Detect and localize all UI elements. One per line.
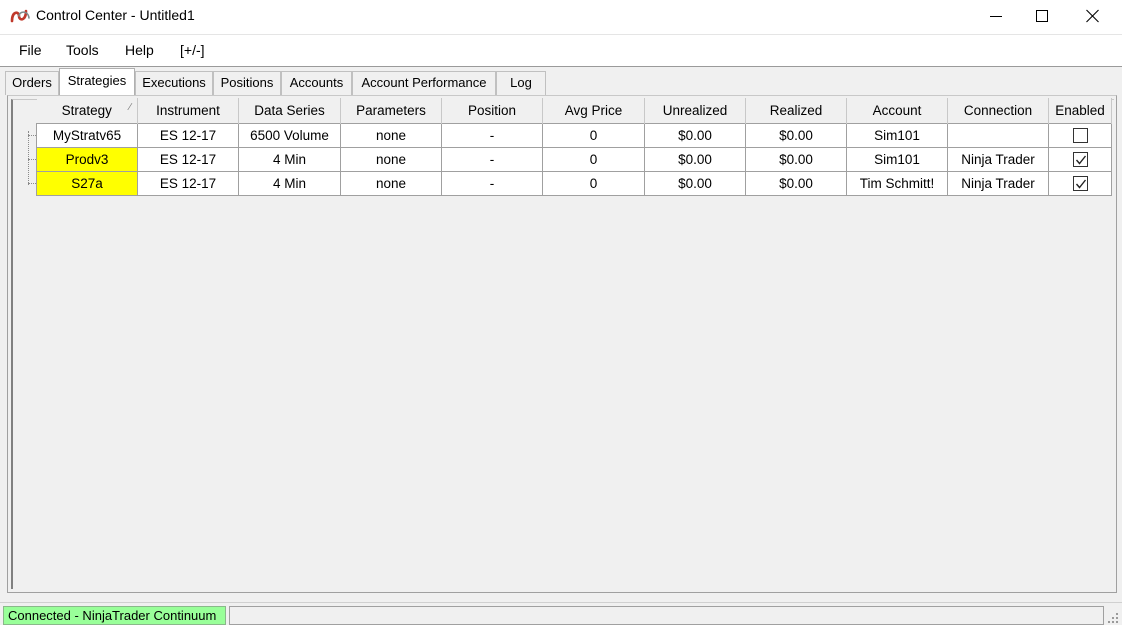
cell-strategy: Prodv3 <box>36 146 138 172</box>
title-bar: Control Center - Untitled1 <box>0 0 1122 34</box>
close-button[interactable] <box>1070 0 1116 32</box>
enabled-checkbox[interactable] <box>1072 175 1088 191</box>
cell-avg-price: 0 <box>542 170 645 196</box>
tab-strategies[interactable]: Strategies <box>59 68 135 95</box>
table-row[interactable]: S27a ES 12-17 4 Min none - 0 $0.00 $0.00… <box>36 170 1112 196</box>
menu-file[interactable]: File <box>19 42 42 58</box>
cell-realized: $0.00 <box>745 170 847 196</box>
maximize-button[interactable] <box>1020 0 1066 32</box>
col-header-enabled[interactable]: Enabled <box>1048 98 1112 123</box>
cell-account: Tim Schmitt! <box>846 170 948 196</box>
window-title: Control Center - Untitled1 <box>36 7 195 23</box>
strategies-grid: Strategy ∕ Instrument Data Series Paramet… <box>36 98 1112 196</box>
menu-tools[interactable]: Tools <box>66 42 99 58</box>
cell-account: Sim101 <box>846 146 948 172</box>
checkmark-icon <box>1075 155 1086 165</box>
resize-grip-icon[interactable] <box>1106 611 1120 625</box>
sort-indicator-icon: ∕ <box>129 102 131 113</box>
cell-strategy: S27a <box>36 170 138 196</box>
menu-help[interactable]: Help <box>125 42 154 58</box>
cell-avg-price: 0 <box>542 122 645 148</box>
menu-toggle-expand[interactable]: [+/-] <box>180 42 205 58</box>
cell-realized: $0.00 <box>745 122 847 148</box>
col-header-parameters[interactable]: Parameters <box>340 98 442 123</box>
status-bar: Connected - NinjaTrader Continuum <box>0 602 1122 625</box>
cell-parameters: none <box>340 122 442 148</box>
col-header-connection[interactable]: Connection <box>947 98 1049 123</box>
tab-account-performance[interactable]: Account Performance <box>352 71 496 95</box>
cell-position: - <box>441 122 543 148</box>
enabled-checkbox[interactable] <box>1072 151 1088 167</box>
grid-header-row: Strategy ∕ Instrument Data Series Paramet… <box>36 98 1112 123</box>
cell-data-series: 4 Min <box>238 170 341 196</box>
cell-account: Sim101 <box>846 122 948 148</box>
cell-instrument: ES 12-17 <box>137 170 239 196</box>
col-header-position[interactable]: Position <box>441 98 543 123</box>
minimize-icon <box>990 16 1002 17</box>
cell-unrealized: $0.00 <box>644 146 746 172</box>
tab-strip: Orders Strategies Executions Positions A… <box>0 66 1122 96</box>
tree-connector <box>28 131 29 185</box>
tab-orders[interactable]: Orders <box>5 71 59 95</box>
cell-connection <box>947 122 1049 148</box>
cell-unrealized: $0.00 <box>644 170 746 196</box>
tab-accounts[interactable]: Accounts <box>281 71 352 95</box>
table-row[interactable]: Prodv3 ES 12-17 4 Min none - 0 $0.00 $0.… <box>36 146 1112 172</box>
col-header-realized[interactable]: Realized <box>745 98 847 123</box>
enabled-checkbox[interactable] <box>1072 127 1088 143</box>
maximize-icon <box>1036 10 1048 22</box>
table-row[interactable]: MyStratv65 ES 12-17 6500 Volume none - 0… <box>36 122 1112 148</box>
status-message-pane <box>229 606 1104 625</box>
tab-log[interactable]: Log <box>496 71 546 95</box>
cell-unrealized: $0.00 <box>644 122 746 148</box>
cell-position: - <box>441 170 543 196</box>
tab-executions[interactable]: Executions <box>135 71 213 95</box>
cell-connection: Ninja Trader <box>947 170 1049 196</box>
ninjatrader-logo-icon <box>10 8 32 24</box>
cell-data-series: 4 Min <box>238 146 341 172</box>
cell-instrument: ES 12-17 <box>137 122 239 148</box>
cell-realized: $0.00 <box>745 146 847 172</box>
col-header-instrument[interactable]: Instrument <box>137 98 239 123</box>
tab-positions[interactable]: Positions <box>213 71 281 95</box>
col-header-avg-price[interactable]: Avg Price <box>542 98 645 123</box>
cell-data-series: 6500 Volume <box>238 122 341 148</box>
cell-position: - <box>441 146 543 172</box>
checkmark-icon <box>1075 179 1086 189</box>
cell-enabled <box>1048 122 1112 148</box>
cell-enabled <box>1048 146 1112 172</box>
minimize-button[interactable] <box>974 0 1020 32</box>
col-header-strategy[interactable]: Strategy ∕ <box>36 98 138 123</box>
cell-avg-price: 0 <box>542 146 645 172</box>
col-header-account[interactable]: Account <box>846 98 948 123</box>
cell-connection: Ninja Trader <box>947 146 1049 172</box>
cell-instrument: ES 12-17 <box>137 146 239 172</box>
cell-parameters: none <box>340 146 442 172</box>
menu-bar: File Tools Help [+/-] <box>0 34 1122 66</box>
col-header-data-series[interactable]: Data Series <box>238 98 341 123</box>
cell-parameters: none <box>340 170 442 196</box>
cell-strategy: MyStratv65 <box>36 122 138 148</box>
col-header-unrealized[interactable]: Unrealized <box>644 98 746 123</box>
connection-status: Connected - NinjaTrader Continuum <box>3 606 226 625</box>
cell-enabled <box>1048 170 1112 196</box>
close-icon <box>1086 9 1099 23</box>
